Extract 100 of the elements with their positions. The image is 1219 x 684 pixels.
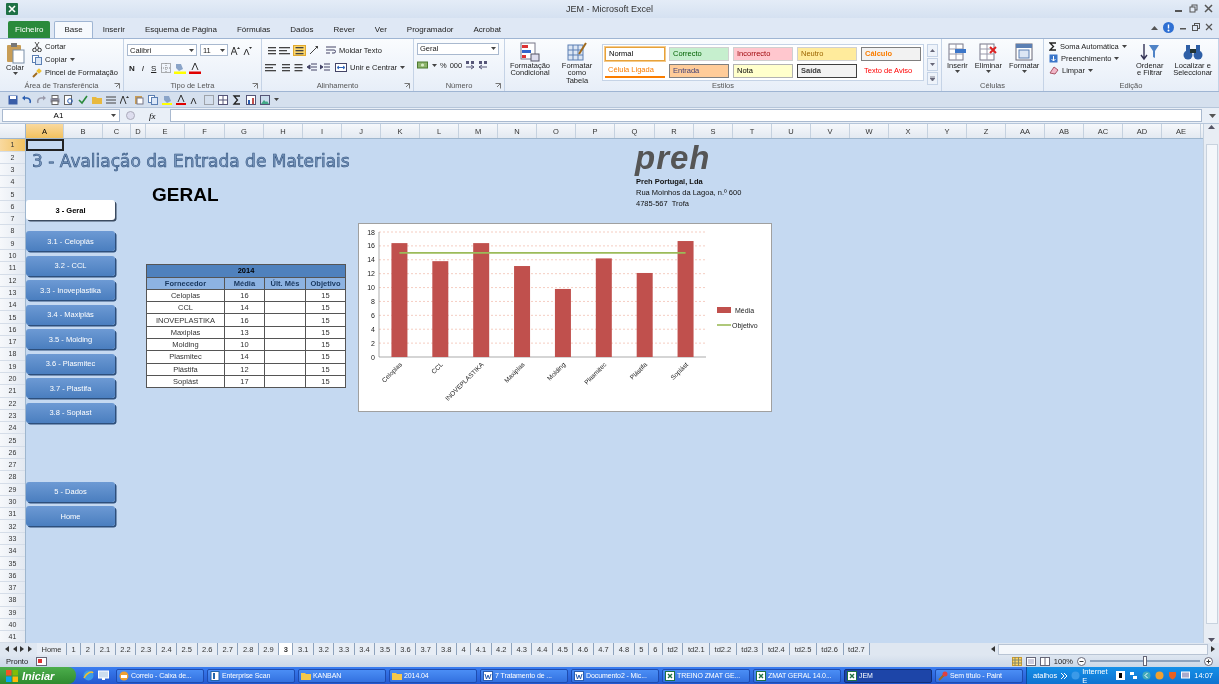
horizontal-scrollbar[interactable] (998, 643, 1208, 655)
more-styles-icon[interactable] (930, 75, 935, 81)
paintbrush-icon (32, 67, 42, 78)
ribbon-tab[interactable]: Fórmulas (227, 20, 281, 38)
ribbon-tab[interactable]: Dados (280, 20, 324, 38)
print-preview-icon[interactable] (64, 94, 74, 105)
dialog-launcher-icon[interactable] (495, 82, 501, 89)
start-button[interactable]: Iniciar (0, 667, 76, 684)
ribbon-tab[interactable]: Ficheiro (8, 20, 51, 38)
dialog-launcher-icon[interactable] (404, 82, 410, 89)
spreadsheet-app-icon[interactable] (6, 2, 18, 15)
align-icon[interactable] (279, 45, 290, 55)
currency-icon[interactable] (417, 60, 429, 71)
caret-icon[interactable] (220, 48, 225, 52)
caret-icon[interactable] (954, 70, 960, 74)
dialog-launcher-icon[interactable] (252, 82, 258, 89)
caret-icon[interactable] (274, 98, 279, 101)
caret-icon[interactable] (1121, 44, 1127, 48)
chart-icon[interactable] (246, 94, 256, 105)
caret-icon[interactable] (1021, 70, 1027, 74)
caret-icon[interactable] (985, 70, 991, 74)
italic-button[interactable]: I (139, 63, 146, 73)
underline-button[interactable]: S (149, 63, 159, 73)
tab-scroll-end-icon[interactable] (28, 646, 33, 653)
fill-color-icon[interactable] (174, 62, 187, 74)
grow-font-icon[interactable] (120, 94, 130, 105)
ribbon-tab[interactable]: Rever (323, 20, 365, 38)
increase-indent-icon[interactable] (320, 62, 330, 72)
ribbon-tab[interactable]: Ver (364, 20, 397, 38)
copy-icon[interactable] (148, 94, 158, 105)
fill-color-icon[interactable] (162, 94, 172, 105)
spelling-icon[interactable] (78, 94, 88, 105)
zoom-in-icon[interactable] (1204, 656, 1213, 666)
caret-icon[interactable] (1087, 68, 1093, 72)
page-layout-icon[interactable] (1025, 656, 1036, 666)
close-icon[interactable] (1204, 4, 1213, 14)
caret-icon[interactable] (111, 114, 116, 118)
font-color-icon[interactable] (189, 62, 202, 74)
undo-icon[interactable] (22, 94, 32, 105)
close-icon[interactable] (1205, 23, 1213, 32)
expand-icon[interactable] (1061, 672, 1068, 679)
decrease-indent-icon[interactable] (307, 62, 317, 72)
align-icon[interactable] (293, 62, 304, 72)
tab-scroll-end-icon[interactable] (4, 646, 9, 653)
normal-view-icon[interactable] (1011, 656, 1022, 666)
active-cell[interactable] (26, 139, 64, 152)
desktop-icon[interactable] (98, 670, 109, 681)
ribbon-tab[interactable]: Esquema de Página (134, 20, 227, 38)
globe-icon[interactable] (83, 670, 94, 681)
back-icon[interactable] (1142, 671, 1152, 680)
restore-icon[interactable] (1192, 23, 1200, 32)
scroll-thumb[interactable] (1205, 143, 1218, 624)
scroll-right-icon[interactable] (1211, 646, 1215, 653)
font-color-icon[interactable] (176, 94, 186, 105)
table-icon[interactable] (218, 94, 228, 105)
text-orientation-icon[interactable] (309, 45, 321, 56)
grow-font-icon[interactable] (231, 45, 240, 55)
bold-button[interactable]: N (127, 63, 137, 73)
page-break-icon[interactable] (1039, 656, 1050, 666)
decrease-decimal-icon[interactable] (478, 60, 489, 71)
restore-icon[interactable] (1189, 4, 1198, 14)
borders-icon[interactable] (161, 63, 172, 74)
scroll-down-icon[interactable] (930, 62, 935, 66)
align-icon[interactable] (279, 62, 290, 72)
sigma-icon[interactable] (232, 94, 242, 105)
ribbon-tab[interactable]: Acrobat (463, 20, 512, 38)
dialog-launcher-icon[interactable] (114, 82, 120, 89)
caret-icon[interactable] (70, 58, 76, 62)
network-icon[interactable] (1129, 671, 1139, 680)
caret-icon[interactable] (400, 65, 406, 69)
insert-function-button[interactable]: fx (141, 110, 164, 121)
increase-decimal-icon[interactable] (465, 60, 476, 71)
collapse-ribbon-icon[interactable] (1151, 24, 1158, 30)
display-icon[interactable] (1181, 671, 1191, 680)
caret-icon[interactable] (12, 72, 18, 76)
align-icon[interactable] (265, 45, 276, 55)
printer-icon[interactable] (50, 94, 60, 105)
scroll-up-icon[interactable] (930, 48, 935, 52)
ribbon-tab[interactable]: Programador (396, 20, 464, 38)
shrink-font-icon[interactable] (243, 45, 252, 55)
window-title: JEM - Microsoft Excel (566, 3, 653, 14)
align-icon[interactable] (265, 62, 276, 72)
scroll-left-icon[interactable] (991, 646, 995, 653)
caret-icon[interactable] (1114, 56, 1120, 60)
caret-icon[interactable] (189, 48, 194, 52)
name-box[interactable]: A1 (2, 109, 120, 123)
zoom-out-icon[interactable] (1077, 656, 1086, 666)
scissors-icon (32, 41, 42, 52)
zoom-slider[interactable] (1143, 656, 1147, 667)
caret-icon[interactable] (491, 47, 496, 51)
caret-icon[interactable] (432, 63, 437, 67)
globe-icon (1071, 671, 1081, 680)
ribbon-tab[interactable]: Inserir (92, 20, 135, 38)
picture-frame-icon[interactable] (260, 94, 270, 105)
save-icon[interactable] (8, 94, 18, 105)
formula-field[interactable] (169, 109, 1202, 123)
align-icon[interactable] (294, 45, 305, 55)
expand-icon[interactable] (1208, 111, 1217, 121)
ribbon-tab[interactable]: Base (54, 20, 93, 38)
macro-record-icon[interactable] (36, 656, 48, 666)
